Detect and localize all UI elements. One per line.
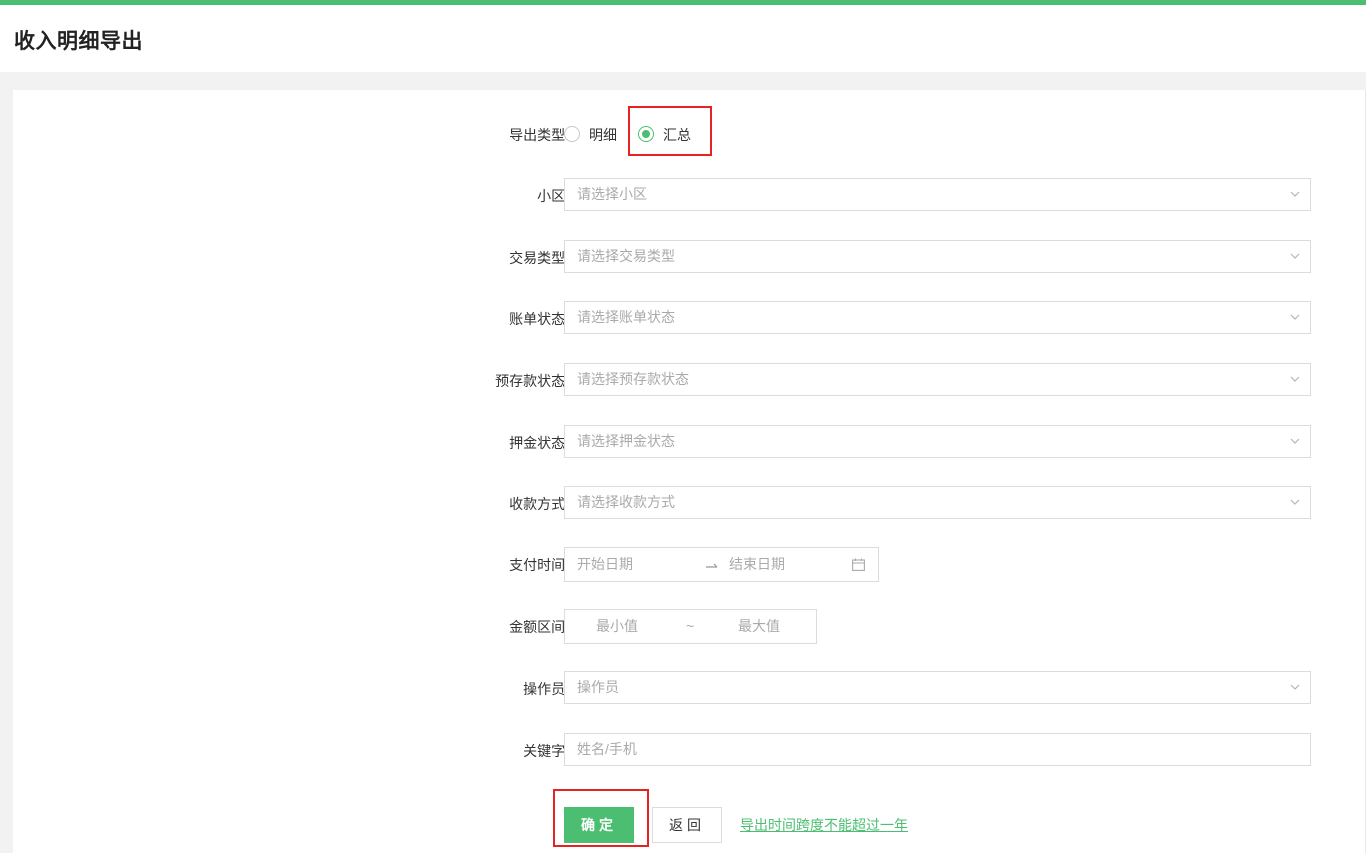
prestore-status-select[interactable]: 请选择预存款状态 [564,363,1311,396]
community-placeholder: 请选择小区 [577,186,647,202]
deposit-status-label: 押金状态: [509,435,569,451]
deposit-status-row: 押金状态: 请选择押金状态 [13,425,1366,461]
deposit-status-select[interactable]: 请选择押金状态 [564,425,1311,458]
trade-type-label: 交易类型: [509,250,569,266]
min-amount-input[interactable]: 最小值 [596,610,638,643]
pay-time-row: 支付时间: 开始日期 结束日期 [13,547,1366,583]
export-type-label: 导出类型: [509,127,569,143]
export-form-panel: 导出类型: 明细 汇总 小区: 请选择小区 交易类型: 请选择交易类型 账单状态… [13,90,1366,853]
operator-placeholder: 操作员 [577,679,619,695]
trade-type-row: 交易类型: 请选择交易类型 [13,240,1366,276]
keyword-placeholder: 姓名/手机 [577,741,637,757]
arrow-right-icon [705,558,719,570]
bill-status-placeholder: 请选择账单状态 [577,309,675,325]
prestore-status-placeholder: 请选择预存款状态 [577,371,689,387]
keyword-input[interactable]: 姓名/手机 [564,733,1311,766]
chevron-down-icon [1290,437,1300,445]
amount-range-label: 金额区间: [509,619,569,635]
bill-status-row: 账单状态: 请选择账单状态 [13,301,1366,337]
chevron-down-icon [1290,683,1300,691]
highlight-box-confirm [553,789,649,847]
prestore-status-label: 预存款状态: [495,373,569,389]
keyword-label: 关键字: [523,743,569,759]
chevron-down-icon [1290,190,1300,198]
highlight-box-summary [628,106,712,156]
amount-range-input: 最小值 ~ 最大值 [564,609,817,644]
start-date-input[interactable]: 开始日期 [577,548,633,581]
time-span-note-link[interactable]: 导出时间跨度不能超过一年 [740,807,908,843]
pay-method-label: 收款方式: [509,496,569,512]
community-row: 小区: 请选择小区 [13,178,1366,214]
pay-time-label: 支付时间: [509,557,569,573]
community-select[interactable]: 请选择小区 [564,178,1311,211]
prestore-status-row: 预存款状态: 请选择预存款状态 [13,363,1366,399]
range-separator: ~ [686,618,695,634]
trade-type-select[interactable]: 请选择交易类型 [564,240,1311,273]
end-date-input[interactable]: 结束日期 [729,548,785,581]
chevron-down-icon [1290,498,1300,506]
bill-status-select[interactable]: 请选择账单状态 [564,301,1311,334]
trade-type-placeholder: 请选择交易类型 [577,248,675,264]
chevron-down-icon [1290,313,1300,321]
page-title: 收入明细导出 [14,30,143,53]
radio-detail-label: 明细 [589,127,617,143]
operator-row: 操作员: 操作员 [13,671,1366,707]
pay-time-range-picker[interactable]: 开始日期 结束日期 [564,547,879,582]
calendar-icon[interactable] [852,558,865,571]
operator-label: 操作员: [523,681,569,697]
keyword-row: 关键字: 姓名/手机 [13,733,1366,769]
pay-method-row: 收款方式: 请选择收款方式 [13,486,1366,522]
pay-method-placeholder: 请选择收款方式 [577,494,675,510]
chevron-down-icon [1290,375,1300,383]
amount-range-row: 金额区间: 最小值 ~ 最大值 [13,609,1366,645]
radio-detail-circle[interactable] [564,126,580,142]
bill-status-label: 账单状态: [509,311,569,327]
max-amount-input[interactable]: 最大值 [738,610,780,643]
chevron-down-icon [1290,252,1300,260]
operator-select[interactable]: 操作员 [564,671,1311,704]
pay-method-select[interactable]: 请选择收款方式 [564,486,1311,519]
back-button[interactable]: 返回 [652,807,722,843]
page-header: 收入明细导出 [0,5,1366,72]
deposit-status-placeholder: 请选择押金状态 [577,433,675,449]
